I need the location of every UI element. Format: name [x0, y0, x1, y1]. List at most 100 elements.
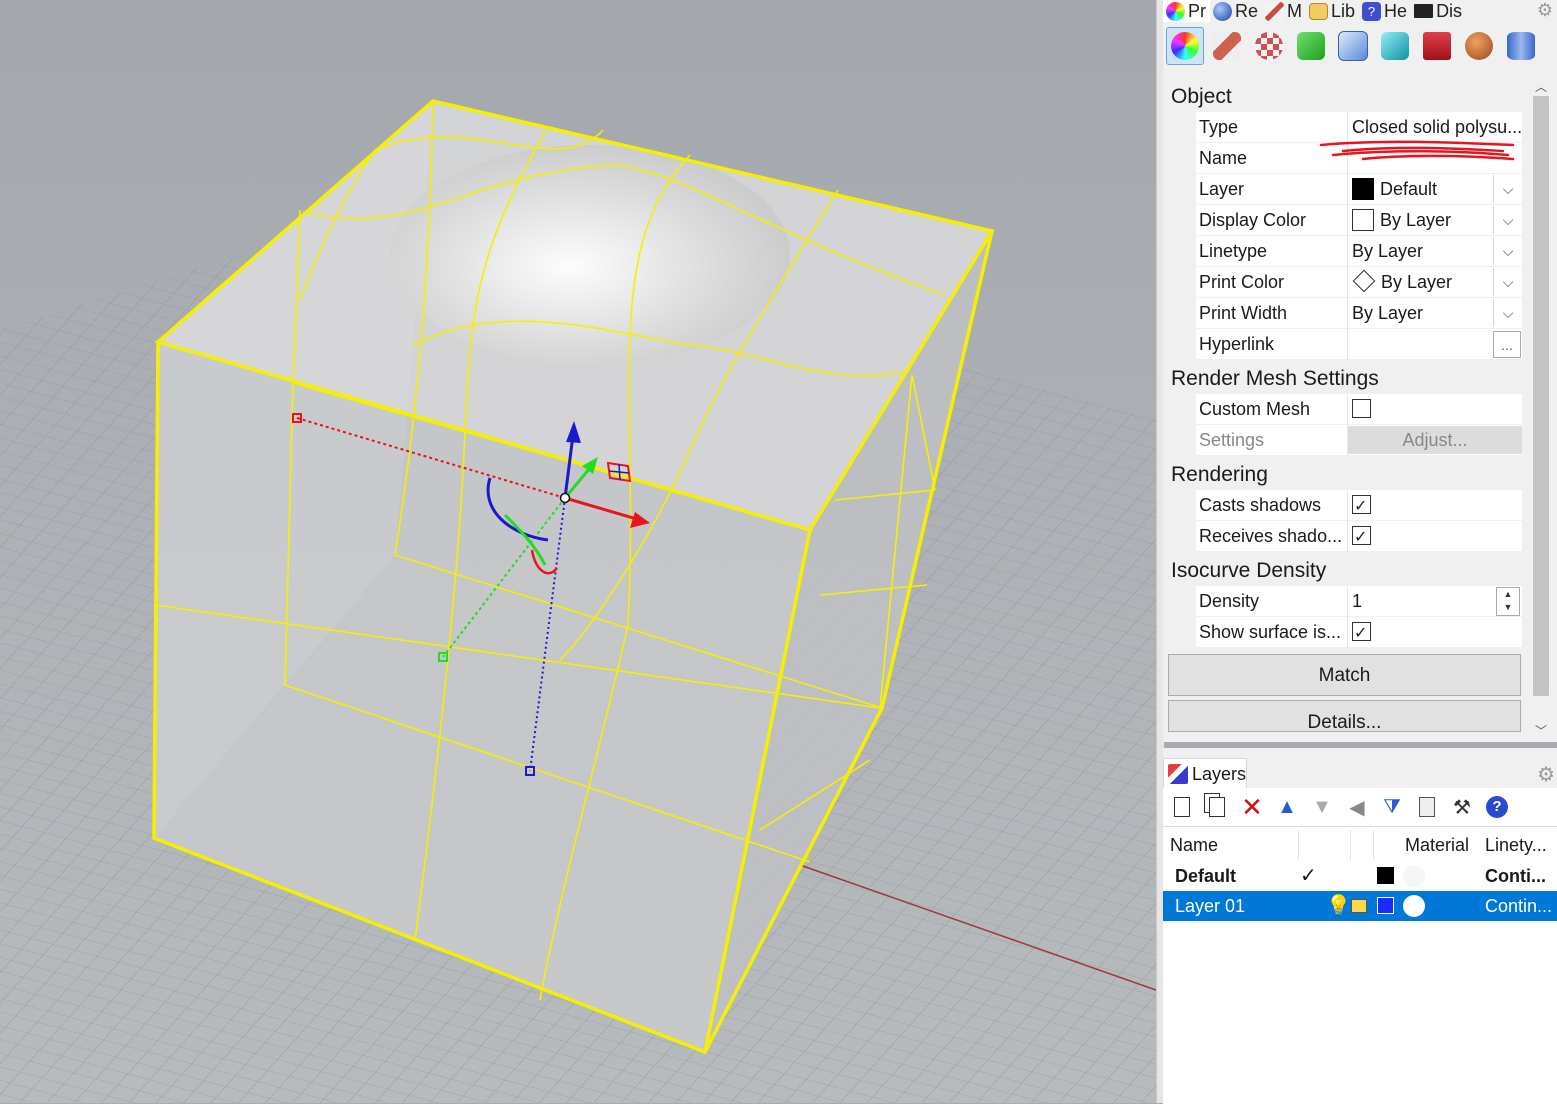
material-icon[interactable]: [1208, 27, 1246, 65]
prop-custom-mesh[interactable]: Custom Mesh: [1196, 394, 1522, 425]
col-divider: [1350, 830, 1351, 860]
section-object: Object: [1171, 85, 1232, 108]
sphere-texture-icon[interactable]: [1460, 27, 1498, 65]
col-name[interactable]: Name: [1170, 827, 1218, 863]
scroll-thumb[interactable]: [1533, 96, 1549, 696]
toolbox-icon[interactable]: [1418, 27, 1456, 65]
page-icon[interactable]: [1414, 794, 1440, 820]
details-button[interactable]: Details...: [1168, 700, 1521, 732]
chevron-down-icon[interactable]: ⌵: [1493, 175, 1522, 203]
hyperlink-field[interactable]: ...: [1348, 329, 1522, 359]
custom-mesh-checkbox[interactable]: [1352, 399, 1371, 418]
chevron-down-icon[interactable]: ⌵: [1493, 237, 1522, 265]
cylinder-icon[interactable]: [1502, 27, 1540, 65]
new-layer-icon[interactable]: [1169, 794, 1195, 820]
prop-linetype[interactable]: Linetype By Layer ⌵: [1196, 236, 1522, 267]
print-color-select[interactable]: By Layer ⌵: [1348, 267, 1522, 297]
prop-show-surface-isocurves[interactable]: Show surface is...: [1196, 617, 1522, 648]
section-isocurve: Isocurve Density: [1171, 559, 1327, 582]
adjust-button[interactable]: Adjust...: [1348, 426, 1522, 454]
density-input[interactable]: 1 ▲ ▼: [1348, 586, 1522, 616]
layer-color-swatch[interactable]: [1377, 897, 1394, 914]
layer-color-swatch: [1352, 178, 1374, 200]
col-divider: [1373, 830, 1374, 860]
tab-materials[interactable]: M: [1262, 0, 1306, 22]
properties-page-icons: [1166, 27, 1544, 67]
hammer-icon[interactable]: ⚒: [1449, 794, 1475, 820]
tab-layers[interactable]: Layers: [1163, 758, 1247, 789]
layers-panel: Layers ⚙ ✕ ▲ ▼ ◀ ⧩ ⚒ ? Name Material Lin…: [1163, 748, 1557, 1104]
layer-row-default[interactable]: Default ✓ Conti...: [1163, 861, 1557, 891]
display-color-select[interactable]: By Layer ⌵: [1348, 205, 1522, 235]
box-mapping-icon[interactable]: [1334, 27, 1372, 65]
casts-shadows-checkbox[interactable]: [1352, 492, 1371, 520]
chevron-down-icon[interactable]: ⌵: [1493, 299, 1522, 327]
section-render-mesh: Render Mesh Settings: [1171, 367, 1379, 390]
help-icon[interactable]: ?: [1484, 794, 1510, 820]
linetype-select[interactable]: By Layer ⌵: [1348, 236, 1522, 266]
prop-hyperlink[interactable]: Hyperlink ...: [1196, 329, 1522, 360]
prop-layer[interactable]: Layer Default ⌵: [1196, 174, 1522, 205]
col-material[interactable]: Material: [1405, 827, 1469, 863]
properties-scrollbar[interactable]: ︿ ﹀: [1529, 78, 1553, 738]
material-circle-icon[interactable]: [1403, 865, 1425, 887]
prop-print-width[interactable]: Print Width By Layer ⌵: [1196, 298, 1522, 329]
delete-icon[interactable]: ✕: [1239, 792, 1265, 822]
current-layer-check-icon[interactable]: ✓: [1300, 861, 1317, 891]
col-linetype[interactable]: Linety...: [1485, 827, 1547, 863]
tab-libraries[interactable]: Lib: [1306, 0, 1359, 22]
chevron-down-icon[interactable]: ⌵: [1493, 206, 1522, 234]
cube-icon[interactable]: [1376, 27, 1414, 65]
layers-table: Name Material Linety... Default ✓ Conti.…: [1163, 826, 1557, 1104]
print-width-select[interactable]: By Layer ⌵: [1348, 298, 1522, 328]
density-spinner[interactable]: ▲ ▼: [1496, 587, 1520, 616]
prop-print-color[interactable]: Print Color By Layer ⌵: [1196, 267, 1522, 298]
tab-rendering[interactable]: Re: [1210, 0, 1262, 22]
lock-icon[interactable]: [1351, 899, 1367, 913]
tab-display[interactable]: Dis: [1411, 0, 1466, 22]
scroll-down-icon[interactable]: ﹀: [1529, 722, 1553, 738]
new-sublayer-icon[interactable]: [1204, 794, 1230, 820]
monitor-icon: [1414, 4, 1434, 18]
decal-icon[interactable]: [1292, 27, 1330, 65]
material-circle-icon[interactable]: [1403, 895, 1425, 917]
move-down-icon[interactable]: ▼: [1309, 794, 1335, 820]
section-rendering: Rendering: [1171, 463, 1268, 486]
layer-color-swatch[interactable]: [1377, 867, 1394, 884]
prop-density[interactable]: Density 1 ▲ ▼: [1196, 586, 1522, 617]
layer-row-layer01[interactable]: Layer 01 💡 Contin...: [1163, 891, 1557, 921]
tab-properties[interactable]: Pr: [1163, 0, 1210, 22]
prop-display-color[interactable]: Display Color By Layer ⌵: [1196, 205, 1522, 236]
layers-header: Name Material Linety...: [1163, 827, 1557, 861]
chevron-down-icon[interactable]: ⌵: [1493, 268, 1522, 296]
move-up-icon[interactable]: ▲: [1274, 794, 1300, 820]
object-properties-icon[interactable]: [1166, 27, 1204, 65]
tab-help[interactable]: ? He: [1359, 0, 1411, 22]
prop-receives-shadows[interactable]: Receives shado...: [1196, 521, 1522, 552]
diamond-icon: [1352, 269, 1376, 293]
texture-mapping-icon[interactable]: [1250, 27, 1288, 65]
layer-select[interactable]: Default ⌵: [1348, 174, 1522, 204]
viewport-canvas[interactable]: [0, 0, 1156, 1103]
help-book-icon: ?: [1362, 1, 1382, 21]
layers-toolbar: ✕ ▲ ▼ ◀ ⧩ ⚒ ?: [1163, 788, 1557, 826]
property-list: Object Type Closed solid polysu... Name …: [1166, 78, 1522, 738]
hyperlink-browse-button[interactable]: ...: [1493, 331, 1521, 358]
prop-settings: Settings Adjust...: [1196, 425, 1522, 456]
properties-panel: Pr Re M Lib ? He Dis ⚙ Object Type Close…: [1163, 0, 1557, 742]
move-out-icon[interactable]: ◀: [1344, 794, 1370, 820]
receives-shadows-checkbox[interactable]: [1352, 523, 1371, 551]
red-scribble-annotation: [1319, 140, 1515, 161]
render-sphere-icon: [1213, 1, 1232, 21]
color-wheel-icon: [1166, 1, 1185, 21]
col-divider: [1298, 830, 1299, 860]
lightbulb-icon[interactable]: 💡: [1326, 891, 1351, 921]
prop-casts-shadows[interactable]: Casts shadows: [1196, 490, 1522, 521]
perspective-viewport[interactable]: [0, 0, 1156, 1103]
show-isocurves-checkbox[interactable]: [1352, 619, 1371, 647]
gear-icon[interactable]: ⚙: [1537, 762, 1555, 787]
gear-icon[interactable]: ⚙: [1535, 0, 1555, 20]
match-button[interactable]: Match: [1168, 654, 1521, 696]
filter-icon[interactable]: ⧩: [1379, 794, 1405, 820]
scroll-up-icon[interactable]: ︿: [1529, 78, 1553, 94]
